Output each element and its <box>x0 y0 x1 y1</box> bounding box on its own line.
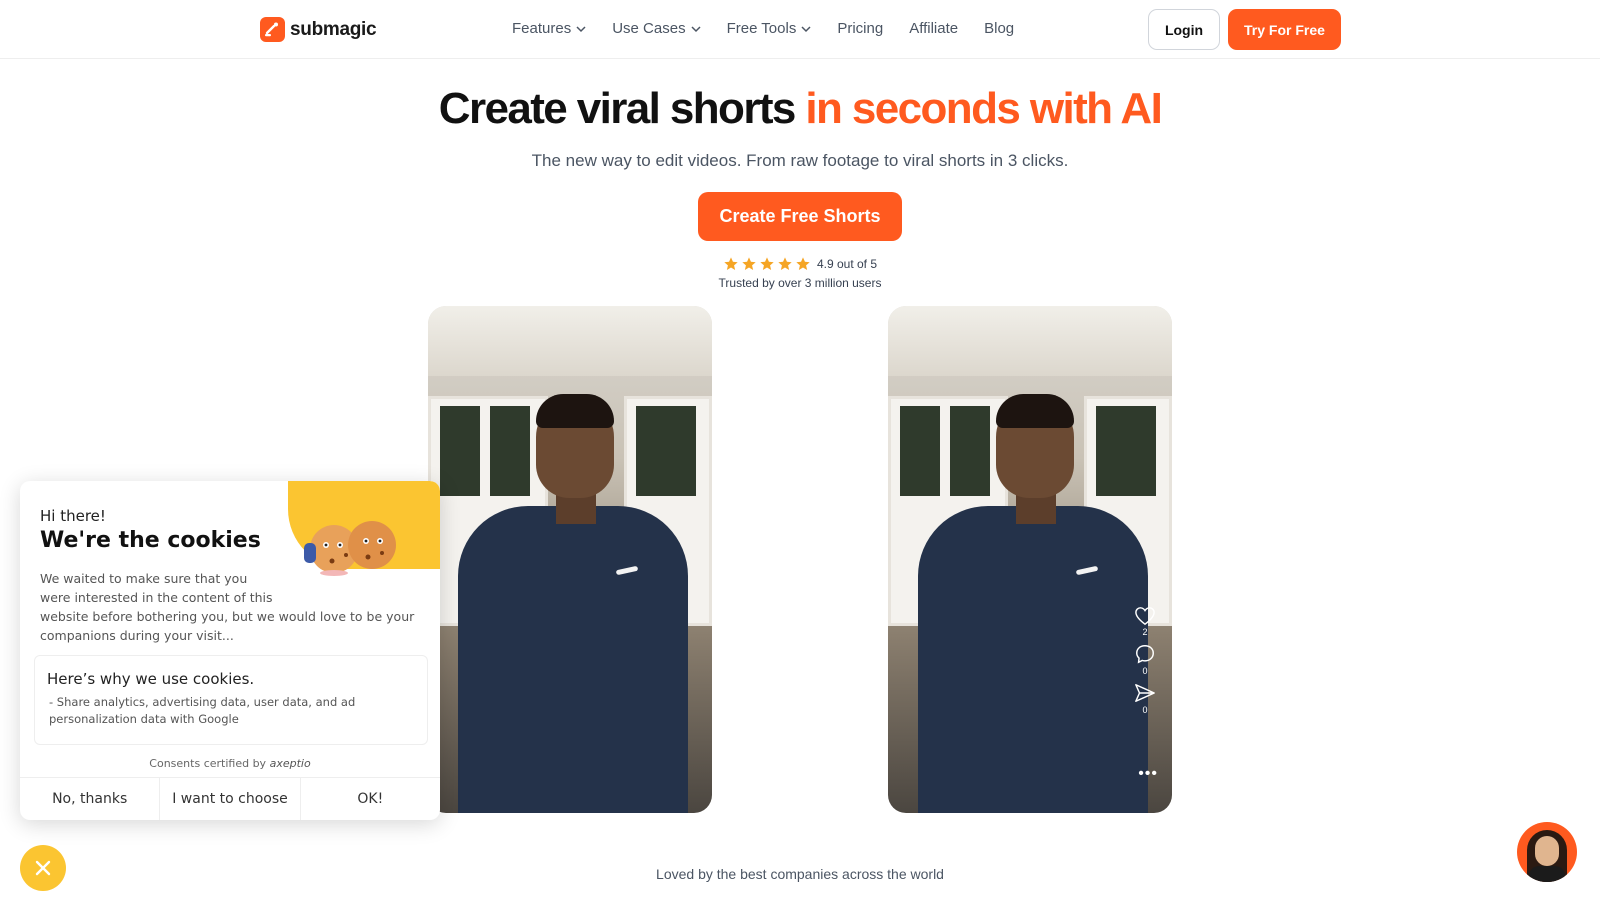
submagic-logo-icon <box>260 17 285 42</box>
trust-text: Trusted by over 3 million users <box>718 276 882 290</box>
more-options-icon[interactable]: ••• <box>1138 765 1158 783</box>
cookie-choose-button[interactable]: I want to choose <box>160 778 301 820</box>
star-icon <box>796 257 810 270</box>
brand-name: submagic <box>290 18 377 40</box>
cookie-description-2: website before bothering you, but we wou… <box>40 609 415 643</box>
star-icon <box>760 257 774 270</box>
share-count: 0 <box>1142 705 1148 715</box>
nav-use-cases-label: Use Cases <box>612 20 686 37</box>
cookie-greeting: Hi there! <box>40 507 106 525</box>
chat-support-avatar[interactable] <box>1517 822 1577 882</box>
hero-subtitle: The new way to edit videos. From raw foo… <box>531 151 1069 170</box>
hero-title: Create viral shorts in seconds with AI <box>0 84 1600 134</box>
heart-icon <box>1135 607 1155 626</box>
comment-count: 0 <box>1142 666 1148 676</box>
cookie-close-button[interactable] <box>20 845 66 891</box>
cookie-purpose-box: Here’s why we use cookies. - Share analy… <box>34 655 428 745</box>
send-icon <box>1135 684 1155 702</box>
site-header: submagic Features Use Cases Free Tools P… <box>0 0 1600 59</box>
chevron-down-icon <box>801 25 811 32</box>
nav-free-tools-label: Free Tools <box>726 20 797 37</box>
star-icon <box>742 257 756 270</box>
nav-pricing[interactable]: Pricing <box>837 20 883 37</box>
cookie-purpose-item: - Share analytics, advertising data, use… <box>49 695 356 726</box>
nav-use-cases[interactable]: Use Cases <box>612 20 701 37</box>
cookie-why-title: Here’s why we use cookies. <box>47 670 255 688</box>
cookie-consent-dialog: Hi there! We're the cookies We waited to… <box>20 481 440 820</box>
nav-blog[interactable]: Blog <box>984 20 1014 37</box>
main-nav: Features Use Cases Free Tools Pricing Af… <box>512 20 1040 37</box>
video-after[interactable]: 2 0 0 ••• <box>888 306 1172 813</box>
nav-affiliate-label: Affiliate <box>909 20 959 37</box>
nav-pricing-label: Pricing <box>837 20 884 37</box>
cookie-title: We're the cookies <box>40 528 261 553</box>
social-actions: 2 0 0 <box>1134 606 1156 715</box>
star-icon <box>778 257 792 270</box>
comment-icon <box>1136 645 1154 664</box>
axeptio-logo[interactable]: axeptio <box>270 757 311 770</box>
chevron-down-icon <box>691 25 701 32</box>
nav-free-tools[interactable]: Free Tools <box>727 20 812 37</box>
cookie-certified-prefix: Consents certified by <box>149 757 267 770</box>
like-count: 2 <box>1142 627 1148 637</box>
cookie-actions: No, thanks I want to choose OK! <box>20 777 440 820</box>
brand-logo[interactable]: submagic <box>260 17 377 42</box>
nav-features[interactable]: Features <box>512 20 586 37</box>
star-icon <box>724 257 738 270</box>
create-free-shorts-button[interactable]: Create Free Shorts <box>698 192 902 241</box>
hero-title-main: Create viral shorts <box>438 84 797 133</box>
login-button[interactable]: Login <box>1148 9 1220 50</box>
share-action[interactable]: 0 <box>1134 682 1156 715</box>
like-action[interactable]: 2 <box>1134 606 1156 637</box>
hero-title-accent: in seconds with AI <box>805 84 1162 133</box>
try-for-free-button[interactable]: Try For Free <box>1228 9 1341 50</box>
comment-action[interactable]: 0 <box>1134 643 1156 676</box>
cookie-accept-button[interactable]: OK! <box>301 778 440 820</box>
rating-text: 4.9 out of 5 <box>816 257 878 271</box>
nav-blog-label: Blog <box>984 20 1015 37</box>
close-icon <box>35 860 51 876</box>
cookie-certified: Consents certified by axeptio <box>20 757 440 770</box>
loved-by-text: Loved by the best companies across the w… <box>656 866 944 882</box>
cookie-mascots-icon <box>304 521 396 576</box>
nav-affiliate[interactable]: Affiliate <box>909 20 958 37</box>
rating-stars <box>723 256 811 272</box>
cookie-decline-button[interactable]: No, thanks <box>20 778 161 820</box>
rating: 4.9 out of 5 <box>0 256 1600 272</box>
nav-features-label: Features <box>512 20 572 37</box>
chevron-down-icon <box>576 25 586 32</box>
cookie-description-1: We waited to make sure that you were int… <box>40 571 273 605</box>
video-before[interactable] <box>428 306 712 813</box>
